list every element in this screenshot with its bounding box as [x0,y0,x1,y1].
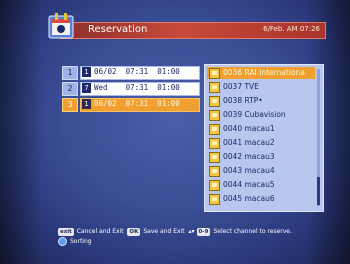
ok-help-text: Save and Exit [143,228,185,235]
channel-label: 0036 RAI Internationa [223,68,305,77]
reservation-details: 06/02 07:31 01:00 [94,99,180,108]
sort-button-icon [58,237,67,246]
channel-item[interactable]: 0045 macau6 [207,193,315,205]
channel-item[interactable]: 0044 macau5 [207,179,315,191]
channel-item[interactable]: 0038 RTP• [207,95,315,107]
channel-tv-icon [209,68,220,79]
reservation-details: 06/02 07:31 01:00 [94,67,180,76]
channel-label: 0045 macau6 [223,194,275,203]
reservation-row[interactable]: 2 7 Wed 07:31 01:00 [62,82,200,96]
scrollbar-thumb[interactable] [317,177,320,205]
channel-tv-icon [209,124,220,135]
channel-item[interactable]: 0042 macau3 [207,151,315,163]
page-title: Reservation [88,24,148,35]
reservation-index: 3 [62,98,78,112]
reservation-index: 2 [62,82,78,96]
number-key-badge: 0-9 [196,228,211,236]
channel-label: 0042 macau3 [223,152,275,161]
channel-item[interactable]: 0043 macau4 [207,165,315,177]
channel-tv-icon [209,138,220,149]
reservation-row[interactable]: 1 1 06/02 07:31 01:00 [62,66,200,80]
reservation-type: 7 [82,83,91,93]
channel-label: 0040 macau1 [223,124,275,133]
channel-list-panel: 0036 RAI Internationa 0037 TVE 0038 RTP•… [204,64,324,212]
ok-key-badge: OK [127,228,141,236]
channel-item[interactable]: 0041 macau2 [207,137,315,149]
clock-display: 6/Feb. AM 07:26 [263,25,320,33]
exit-help-text: Cancel and Exit [76,228,124,235]
channel-tv-icon [209,180,220,191]
channel-label: 0037 TVE [223,82,259,91]
channel-label: 0041 macau2 [223,138,275,147]
help-bar: exit Cancel and Exit OK Save and Exit ▴▾ 0-… [58,227,292,247]
channel-item[interactable]: 0040 macau1 [207,123,315,135]
help-line-keys: exit Cancel and Exit OK Save and Exit ▴▾ 0-… [58,227,292,237]
channel-tv-icon [209,82,220,93]
sort-help-text: Sorting [70,238,92,245]
channel-tv-icon [209,110,220,121]
channel-item[interactable]: 0039 Cubavision [207,109,315,121]
channel-tv-icon [209,152,220,163]
up-down-arrow-icon: ▴▾ [188,228,195,235]
channel-tv-icon [209,166,220,177]
channel-item-selected[interactable]: 0036 RAI Internationa [207,67,315,79]
channel-item[interactable]: 0037 TVE [207,81,315,93]
channel-label: 0044 macau5 [223,180,275,189]
reservation-index: 1 [62,66,78,80]
channel-label: 0043 macau4 [223,166,275,175]
channel-label: 0038 RTP• [223,96,263,105]
channel-tv-icon [209,194,220,205]
reservation-type: 1 [82,99,91,109]
channel-label: 0039 Cubavision [223,110,286,119]
exit-key-badge: exit [58,228,74,236]
select-channel-help-text: Select channel to reserve. [213,228,292,235]
help-line-sort: Sorting [58,237,292,247]
reservation-type: 1 [82,67,91,77]
channel-tv-icon [209,96,220,107]
reservation-details: Wed 07:31 01:00 [94,83,180,92]
reservation-row-selected[interactable]: 3 1 06/02 07:31 01:00 [62,98,200,112]
reservation-logo-icon [48,13,74,39]
channel-scrollbar[interactable] [317,69,320,206]
